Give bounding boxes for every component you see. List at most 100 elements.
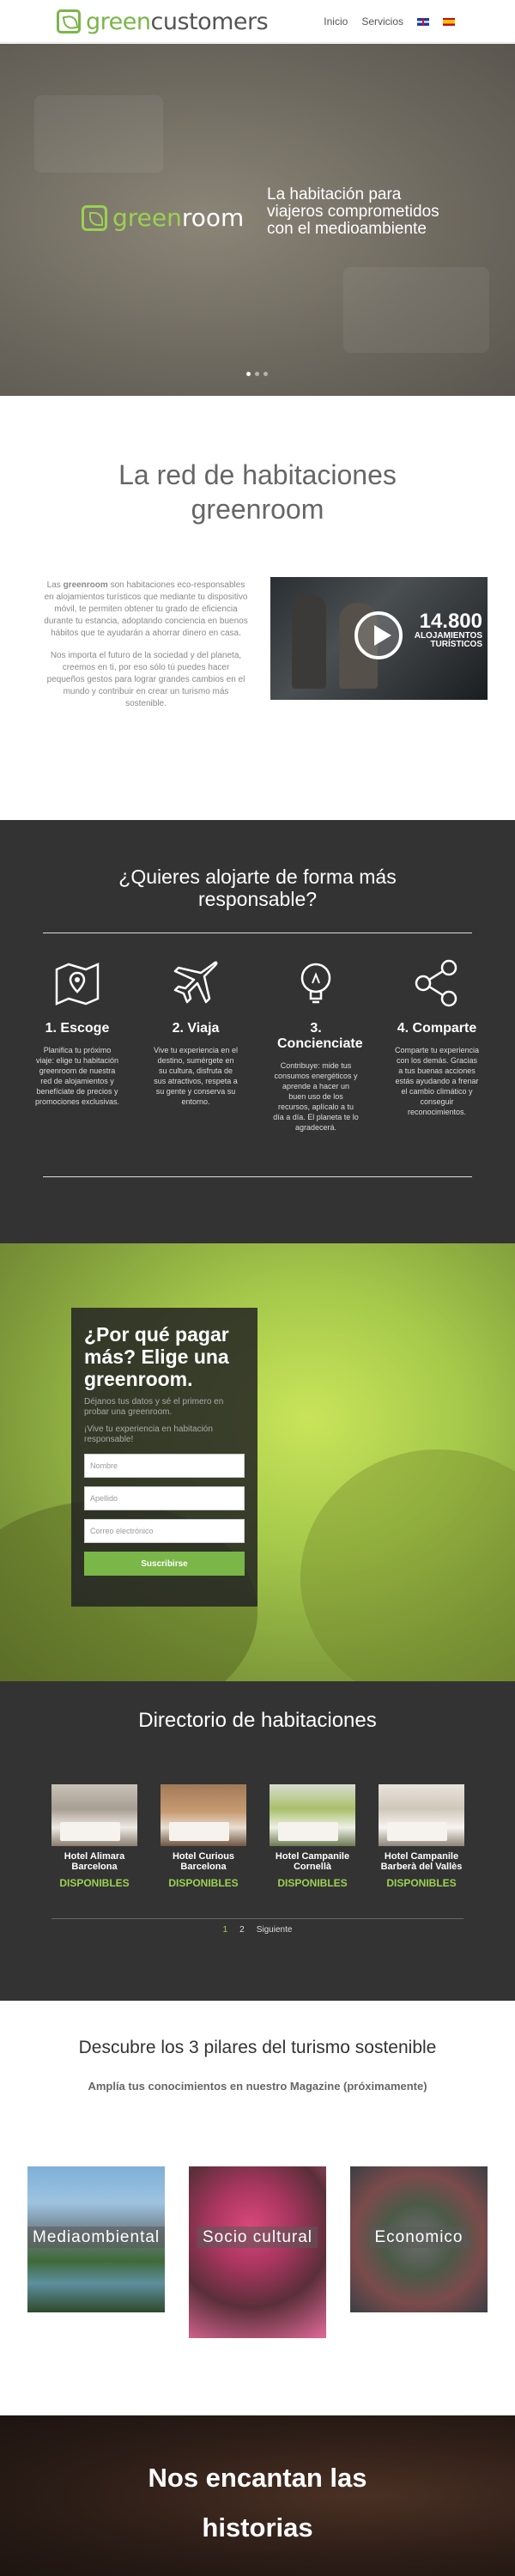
pillar-card-medioambiental[interactable]: Mediaombiental: [27, 2166, 165, 2312]
video-thumbnail-figure: [292, 594, 326, 689]
step-description: Vive tu experiencia en el destino, sumér…: [154, 1046, 238, 1106]
uk-flag-icon[interactable]: [417, 17, 429, 26]
hero-tagline: La habitación para viajeros comprometido…: [267, 185, 439, 238]
step-description: Contribuye: mide tus consumos energético…: [273, 1061, 359, 1132]
hotel-image[interactable]: [379, 1784, 464, 1846]
hotel-name[interactable]: Hotel Campanile Cornellà: [270, 1851, 355, 1872]
logo-text: greencustomers: [86, 8, 269, 35]
step-escoge: 1. Escoge Planifica tu próximo viaje: el…: [34, 957, 120, 1107]
step-description: Comparte tu experiencia con los demás. G…: [394, 1046, 480, 1116]
share-icon: [411, 957, 463, 1009]
slider-dot[interactable]: [255, 372, 259, 376]
leaf-logo-icon: [57, 9, 81, 33]
intro-paragraph-2: Nos importa el futuro de la sociedad y d…: [46, 651, 245, 708]
video-stat: 14.800 ALOJAMIENTOS TURÍSTICOS: [415, 611, 482, 649]
hotel-card[interactable]: Hotel Campanile Cornellà DISPONIBLES: [270, 1784, 355, 1889]
greenroom-logo-white: room: [181, 204, 245, 232]
logo-text-green: green: [86, 8, 151, 35]
page-1-link[interactable]: 1: [223, 1925, 228, 1935]
intro-paragraph-1: Las greenroom son habitaciones eco-respo…: [43, 580, 249, 640]
background-shape: [300, 1449, 515, 1681]
intro-p1-before: Las: [46, 580, 64, 590]
next-page-link[interactable]: Siguiente: [257, 1925, 293, 1935]
nav-item-inicio[interactable]: Inicio: [324, 15, 348, 27]
hotel-image[interactable]: [270, 1784, 355, 1846]
pillar-card-economico[interactable]: Economico: [350, 2166, 488, 2312]
hotel-name[interactable]: Hotel Alimara Barcelona: [52, 1851, 137, 1872]
hotel-image-bed: [60, 1822, 120, 1841]
greencustomers-logo[interactable]: greencustomers: [57, 7, 269, 36]
intro-p1-bold: greenroom: [63, 580, 108, 590]
pillar-label: Economico: [350, 2225, 488, 2251]
hotel-card[interactable]: Hotel Alimara Barcelona DISPONIBLES: [52, 1784, 137, 1889]
slider-dot[interactable]: [246, 372, 251, 376]
video-stat-label: TURÍSTICOS: [430, 640, 482, 649]
greenroom-logo-green: green: [112, 204, 182, 232]
pillars-subtitle: Amplía tus conocimientos en nuestro Maga…: [88, 2080, 427, 2093]
hotel-image[interactable]: [52, 1784, 137, 1846]
map-icon: [52, 957, 103, 1009]
hero-slider: greenroom La habitación para viajeros co…: [0, 44, 515, 396]
step-title: 3. Concienciate: [277, 1021, 363, 1051]
logo-text-dark: customers: [150, 8, 269, 35]
greenroom-logo: greenroom: [82, 204, 244, 232]
signup-subtitle: ¡Vive tu experiencia en habitación respo…: [84, 1425, 213, 1444]
pillar-card-sociocultural[interactable]: Socio cultural: [189, 2166, 326, 2338]
es-flag-icon[interactable]: [443, 17, 455, 26]
hotel-status: DISPONIBLES: [386, 1877, 457, 1889]
page: greencustomers Inicio Servicios greenroo…: [0, 0, 515, 2576]
signup-subtitle: Déjanos tus datos y sé el primero en pro…: [84, 1397, 224, 1417]
pillar-label-text: Mediaombiental: [27, 2227, 165, 2248]
step-comparte: 4. Comparte Comparte tu experiencia con …: [394, 957, 480, 1117]
pillars-title: Descubre los 3 pilares del turismo soste…: [78, 2038, 437, 2057]
stories-title: Nos encantan las historias: [148, 2463, 367, 2543]
step-viaja: 2. Viaja Vive tu experiencia en el desti…: [153, 957, 239, 1107]
hotel-image-bed: [278, 1822, 338, 1841]
hotel-status: DISPONIBLES: [168, 1877, 239, 1889]
main-nav: Inicio Servicios: [324, 15, 455, 27]
stories-section: Nos encantan las historias: [0, 2415, 515, 2576]
lightbulb-icon: [290, 957, 342, 1009]
email-field[interactable]: Correo electrónico: [84, 1519, 245, 1543]
directory-title: Directorio de habitaciones: [138, 1709, 377, 1732]
plane-icon: [170, 957, 221, 1009]
nav-item-servicios[interactable]: Servicios: [361, 15, 403, 27]
hotel-name[interactable]: Hotel Campanile Barberà del Vallès: [379, 1851, 464, 1872]
subscribe-button[interactable]: Suscribirse: [84, 1552, 245, 1576]
steps-section: ¿Quieres alojarte de forma más responsab…: [0, 820, 515, 1243]
intro-text: Las greenroom son habitaciones eco-respo…: [43, 580, 249, 720]
pillar-label-text: Economico: [369, 2227, 469, 2248]
play-icon[interactable]: [354, 611, 403, 659]
steps-title: ¿Quieres alojarte de forma más responsab…: [118, 866, 397, 910]
pillar-label: Socio cultural: [189, 2225, 326, 2251]
video-stat-number: 14.800: [419, 610, 482, 633]
page-2-link[interactable]: 2: [239, 1925, 245, 1935]
greenroom-leaf-icon: [82, 204, 107, 231]
pillar-label: Mediaombiental: [27, 2225, 165, 2251]
hotel-image-bed: [387, 1822, 447, 1841]
pagination: 1 2 Siguiente: [0, 1925, 515, 1935]
last-name-field[interactable]: Apellido: [84, 1486, 245, 1510]
site-header: greencustomers Inicio Servicios: [0, 0, 515, 43]
signup-title: ¿Por qué pagar más? Elige una greenroom.: [84, 1323, 229, 1390]
hotel-image-bed: [169, 1822, 229, 1841]
intro-title: La red de habitaciones greenroom: [118, 459, 397, 525]
hotel-name[interactable]: Hotel Curious Barcelona: [161, 1851, 246, 1872]
signup-section: ¿Por qué pagar más? Elige una greenroom.…: [0, 1243, 515, 1681]
slider-dot[interactable]: [264, 372, 268, 376]
step-title: 4. Comparte: [397, 1021, 477, 1036]
slider-dots: [246, 372, 268, 376]
divider: [52, 1918, 464, 1919]
hotel-card[interactable]: Hotel Curious Barcelona DISPONIBLES: [161, 1784, 246, 1889]
hotel-card[interactable]: Hotel Campanile Barberà del Vallès DISPO…: [379, 1784, 464, 1889]
hotel-status: DISPONIBLES: [59, 1877, 130, 1889]
step-description: Planifica tu próximo viaje: elige tu hab…: [34, 1046, 120, 1106]
greenroom-logo-text: greenroom: [112, 204, 244, 232]
step-conciencia: 3. Concienciate Contribuye: mide tus con…: [273, 957, 363, 1133]
step-title: 1. Escoge: [45, 1021, 110, 1036]
first-name-field[interactable]: Nombre: [84, 1454, 245, 1478]
hotel-status: DISPONIBLES: [277, 1877, 348, 1889]
room-directory: Directorio de habitaciones Hotel Alimara…: [0, 1681, 515, 2001]
hotel-image[interactable]: [161, 1784, 246, 1846]
intro-video[interactable]: 14.800 ALOJAMIENTOS TURÍSTICOS: [270, 577, 488, 700]
